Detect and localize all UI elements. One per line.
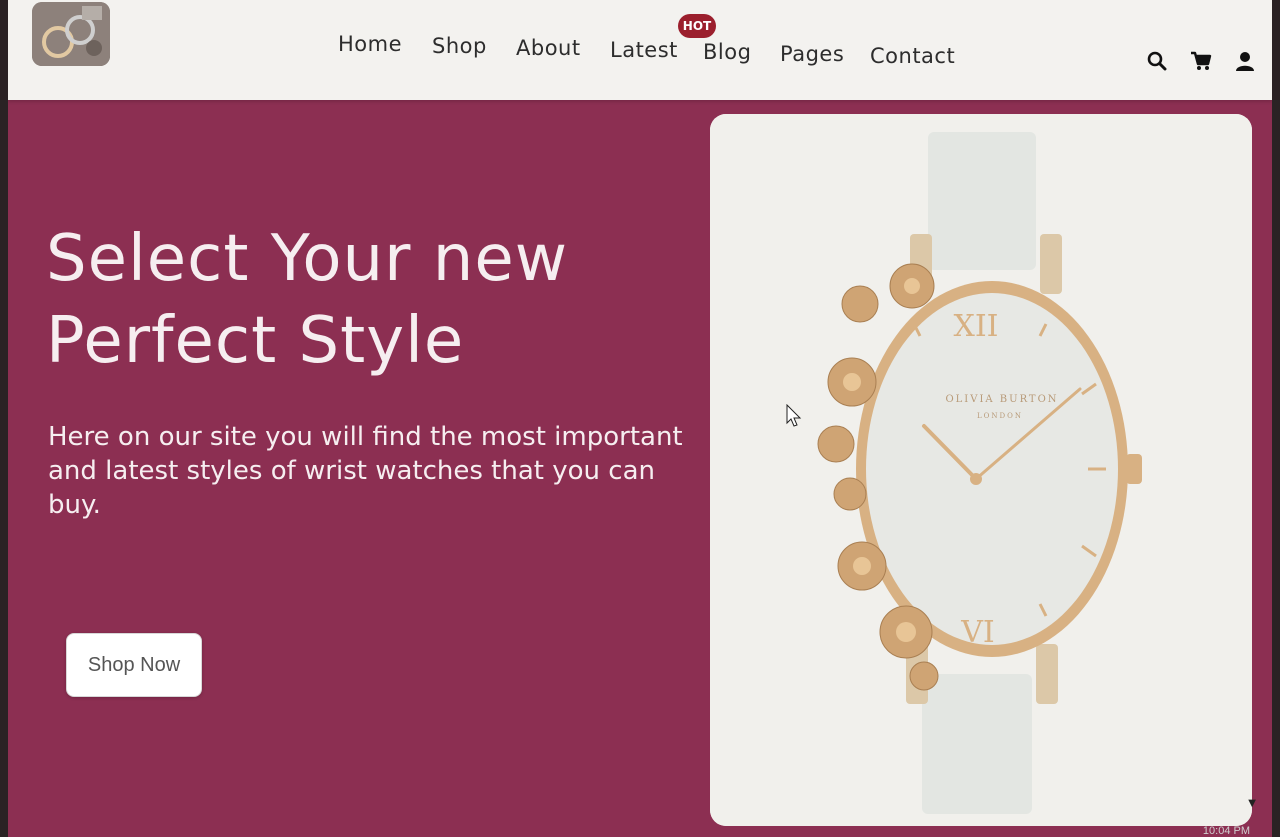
cart-icon[interactable] xyxy=(1190,50,1212,72)
search-icon[interactable] xyxy=(1146,50,1168,72)
nav-shop[interactable]: Shop xyxy=(432,34,487,58)
hero-title-line-2: Perfect Style xyxy=(46,304,465,378)
scroll-down-arrow-icon[interactable]: ▼ xyxy=(1248,798,1256,809)
watch-city: LONDON xyxy=(977,412,1023,420)
browser-viewport: Home Shop About Latest HOT Blog Pages Co… xyxy=(8,0,1272,837)
nav-pages[interactable]: Pages xyxy=(780,42,844,66)
taskbar-clock: 10:04 PM xyxy=(1202,825,1250,837)
mouse-cursor-icon xyxy=(786,404,802,427)
site-header: Home Shop About Latest HOT Blog Pages Co… xyxy=(8,0,1272,100)
watch-illustration: OLIVIA BURTON LONDON XII VI xyxy=(710,114,1252,826)
site-logo[interactable] xyxy=(32,2,110,66)
nav-blog[interactable]: Blog xyxy=(703,40,751,64)
numeral-vi: VI xyxy=(960,615,995,650)
nav-home[interactable]: Home xyxy=(338,32,402,56)
watch-logo-image xyxy=(32,2,110,66)
header-actions xyxy=(1146,50,1256,72)
watch-brand: OLIVIA BURTON xyxy=(945,394,1058,405)
hero-title-line-1: Select Your new xyxy=(46,222,569,296)
nav-about[interactable]: About xyxy=(516,36,581,60)
hero-subtitle: Here on our site you will find the most … xyxy=(48,422,683,520)
user-icon[interactable] xyxy=(1234,50,1256,72)
hot-badge: HOT xyxy=(678,14,716,38)
nav-latest[interactable]: Latest xyxy=(610,38,678,62)
nav-contact[interactable]: Contact xyxy=(870,44,955,68)
hero-watch-image: OLIVIA BURTON LONDON XII VI xyxy=(710,114,1252,826)
hero-title: Select Your new Perfect Style xyxy=(46,218,686,382)
numeral-xii: XII xyxy=(953,309,998,344)
shop-now-button[interactable]: Shop Now xyxy=(66,633,202,697)
